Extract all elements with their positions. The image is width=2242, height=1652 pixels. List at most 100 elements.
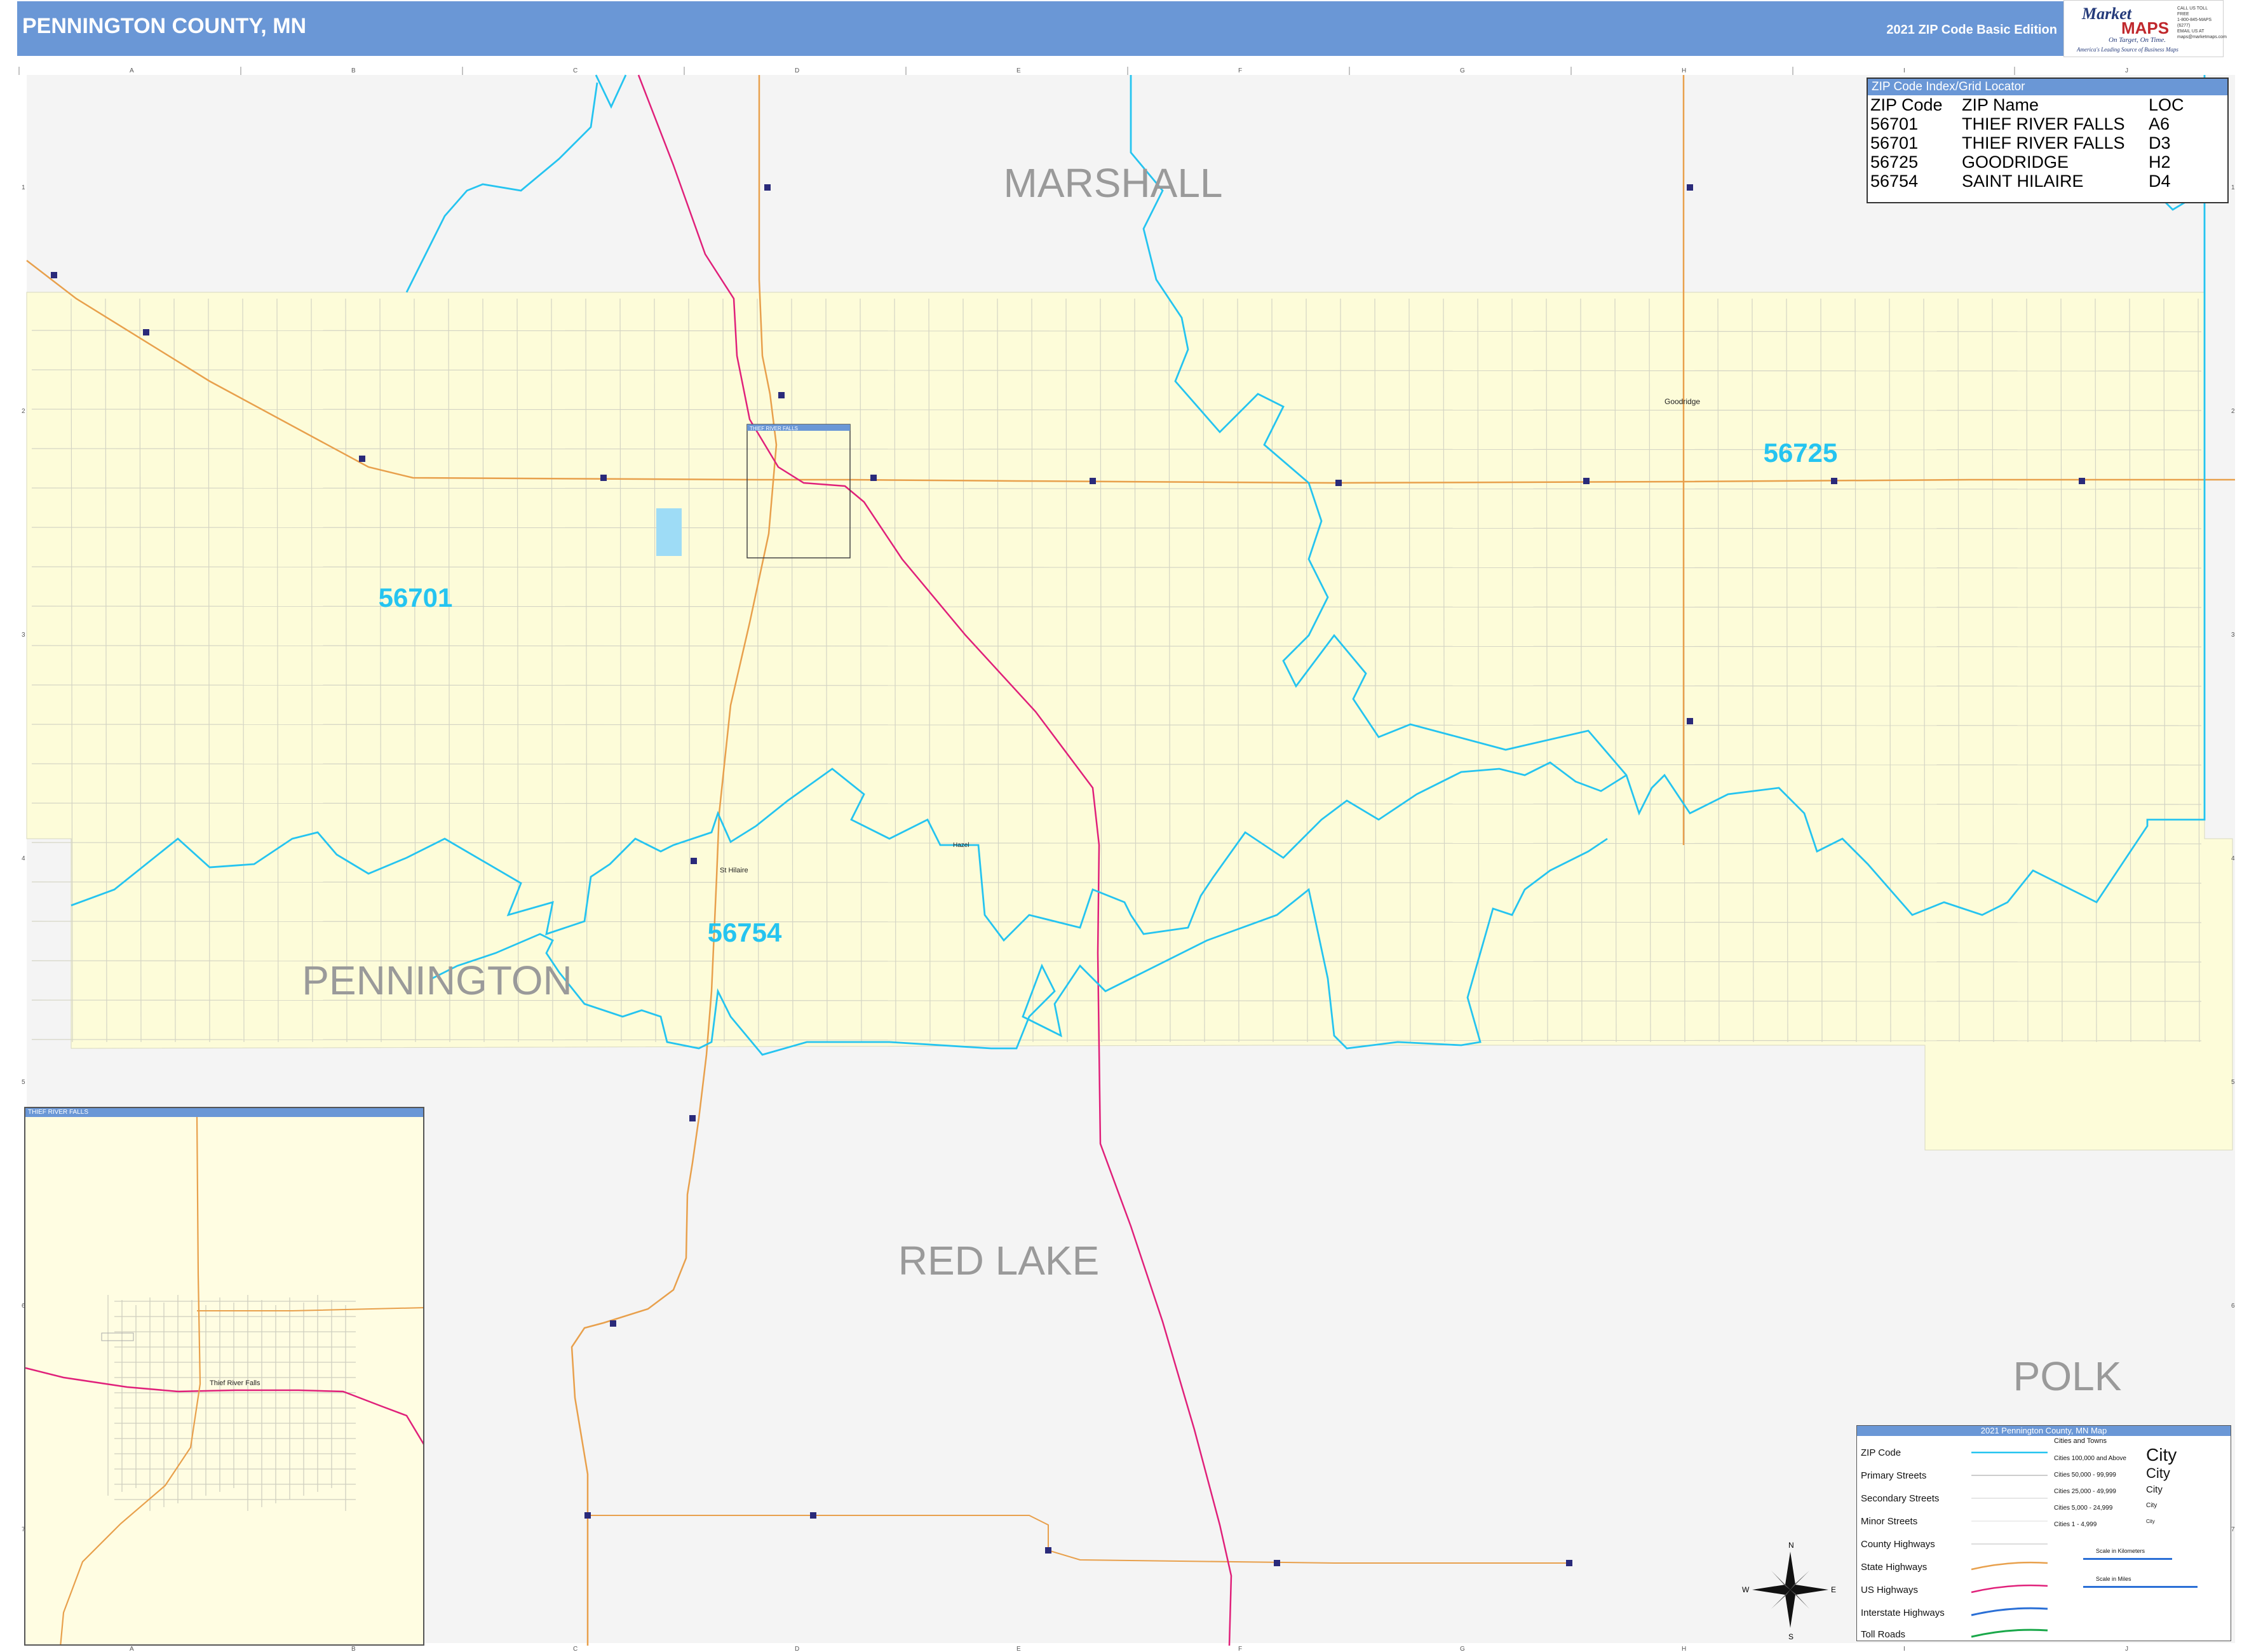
city-class-3: Cities 25,000 - 49,999	[2054, 1488, 2116, 1495]
route-shield	[2079, 478, 2085, 484]
name-cell: THIEF RIVER FALLS	[1962, 114, 2125, 133]
grid-col-label: C	[573, 1646, 577, 1652]
grid-col-label: D	[795, 1646, 799, 1652]
route-shield	[1045, 1547, 1051, 1554]
route-shield	[610, 1320, 616, 1327]
loc-cell: D3	[2149, 133, 2171, 152]
county-label-marshall: MARSHALL	[1004, 160, 1223, 206]
cities-heading: Cities and Towns	[2054, 1437, 2107, 1445]
city-sample-4: City	[2146, 1502, 2158, 1509]
table-row[interactable]: 56725 GOODRIDGE H2	[1869, 152, 2185, 172]
grid-col-label: H	[1682, 1646, 1686, 1652]
grid-col-label: A	[130, 1646, 134, 1652]
route-shield	[359, 456, 365, 462]
grid-row-label: 4	[2231, 855, 2235, 862]
inset-state-highway-east	[197, 1307, 423, 1311]
loc-cell: A6	[2149, 114, 2170, 133]
zip-index-grid: ZIP Code ZIP Name LOC 56701 THIEF RIVER …	[1869, 95, 2185, 191]
zip-index-table: ZIP Code Index/Grid Locator ZIP Code ZIP…	[1867, 78, 2229, 203]
grid-row-label: 4	[22, 855, 25, 862]
col-header: ZIP Code	[1870, 95, 1943, 114]
scale-km-bar	[2083, 1558, 2172, 1560]
locator-box-label: THIEF RIVER FALLS	[750, 426, 798, 431]
inset-city-label: Thief River Falls	[210, 1379, 260, 1387]
grid-row-label: 3	[22, 632, 25, 639]
lake	[656, 508, 682, 556]
compass-w: W	[1742, 1585, 1750, 1594]
grid-col-label: F	[1238, 67, 1242, 74]
city-class-1: Cities 100,000 and Above	[2054, 1455, 2126, 1462]
table-row[interactable]: 56701 THIEF RIVER FALLS D3	[1869, 133, 2185, 152]
name-cell: THIEF RIVER FALLS	[1962, 133, 2125, 152]
name-cell: SAINT HILAIRE	[1962, 172, 2084, 191]
map-legend: 2021 Pennington County, MN Map ZIP Code …	[1856, 1425, 2231, 1641]
grid-col-label: H	[1682, 67, 1686, 74]
table-row[interactable]: 56754 SAINT HILAIRE D4	[1869, 172, 2185, 191]
place-st-hilaire: St Hilaire	[720, 867, 748, 874]
grid-col-label: E	[1016, 1646, 1021, 1652]
county-label-red-lake: RED LAKE	[898, 1238, 1100, 1283]
thief-river-falls-inset[interactable]: THIEF RIVER FALLS Thief River Falls	[24, 1107, 424, 1646]
city-class-5: Cities 1 - 4,999	[2054, 1521, 2097, 1528]
grid-row-label: 7	[2231, 1526, 2235, 1533]
route-shield	[1274, 1560, 1280, 1566]
place-goodridge: Goodridge	[1665, 397, 1700, 406]
city-sample-2: City	[2146, 1465, 2170, 1481]
route-shield	[1687, 718, 1693, 724]
zip-label-56754[interactable]: 56754	[708, 917, 782, 947]
grid-row-label: 3	[2231, 632, 2235, 639]
route-shield	[778, 392, 785, 398]
grid-col-label: I	[1903, 67, 1905, 74]
grid-row-label: 5	[2231, 1079, 2235, 1086]
route-shield	[51, 272, 57, 278]
grid-row-label: 5	[22, 1079, 25, 1086]
inset-title: THIEF RIVER FALLS	[25, 1108, 423, 1117]
route-shield	[870, 475, 877, 481]
place-hazel: Hazel	[953, 842, 969, 849]
swatch-us-hwy	[1971, 1584, 2048, 1594]
zip-cell: 56701	[1870, 114, 1919, 133]
compass-n: N	[1788, 1541, 1794, 1550]
county-label-polk: POLK	[2013, 1353, 2122, 1399]
city-sample-3: City	[2146, 1484, 2163, 1495]
scale-km-label: Scale in Kilometers	[2096, 1548, 2145, 1554]
city-class-4: Cities 5,000 - 24,999	[2054, 1505, 2113, 1512]
zip-index-heading: ZIP Code Index/Grid Locator	[1868, 79, 2227, 95]
loc-cell: H2	[2149, 152, 2171, 172]
grid-col-label: B	[351, 67, 356, 74]
scale-mi-bar	[2083, 1586, 2198, 1588]
zip-cell: 56701	[1870, 133, 1919, 152]
scale-mi-label: Scale in Miles	[2096, 1576, 2131, 1582]
inset-block	[101, 1332, 134, 1341]
table-row[interactable]: 56701 THIEF RIVER FALLS A6	[1869, 114, 2185, 133]
zip-index-header-row: ZIP Code ZIP Name LOC	[1869, 95, 2185, 114]
zip-label-56701[interactable]: 56701	[379, 583, 453, 613]
compass-s: S	[1788, 1632, 1793, 1641]
zip-label-56725[interactable]: 56725	[1764, 438, 1838, 468]
city-sample-5: City	[2146, 1519, 2155, 1524]
loc-cell: D4	[2149, 172, 2171, 191]
route-shield	[1566, 1560, 1572, 1566]
grid-row-label: 6	[2231, 1303, 2235, 1310]
route-shield	[1583, 478, 1590, 484]
grid-row-label: 1	[22, 184, 25, 191]
grid-row-label: 2	[22, 408, 25, 415]
grid-col-label: F	[1238, 1646, 1242, 1652]
zip-cell: 56754	[1870, 172, 1919, 191]
name-cell: GOODRIDGE	[1962, 152, 2069, 172]
route-shield	[691, 858, 697, 864]
grid-col-label: G	[1460, 1646, 1465, 1652]
compass-e: E	[1831, 1585, 1836, 1594]
route-shield	[143, 329, 149, 335]
grid-col-label: J	[2125, 67, 2128, 74]
col-header: ZIP Name	[1962, 95, 2039, 114]
county-label-pennington: PENNINGTON	[302, 958, 572, 1003]
grid-col-label: G	[1460, 67, 1465, 74]
grid-col-label: J	[2125, 1646, 2128, 1652]
col-header: LOC	[2149, 95, 2184, 114]
grid-col-label: C	[573, 67, 577, 74]
city-class-2: Cities 50,000 - 99,999	[2054, 1472, 2116, 1479]
grid-col-label: I	[1903, 1646, 1905, 1652]
route-shield	[1335, 480, 1342, 486]
inset-state-highway	[60, 1117, 201, 1644]
